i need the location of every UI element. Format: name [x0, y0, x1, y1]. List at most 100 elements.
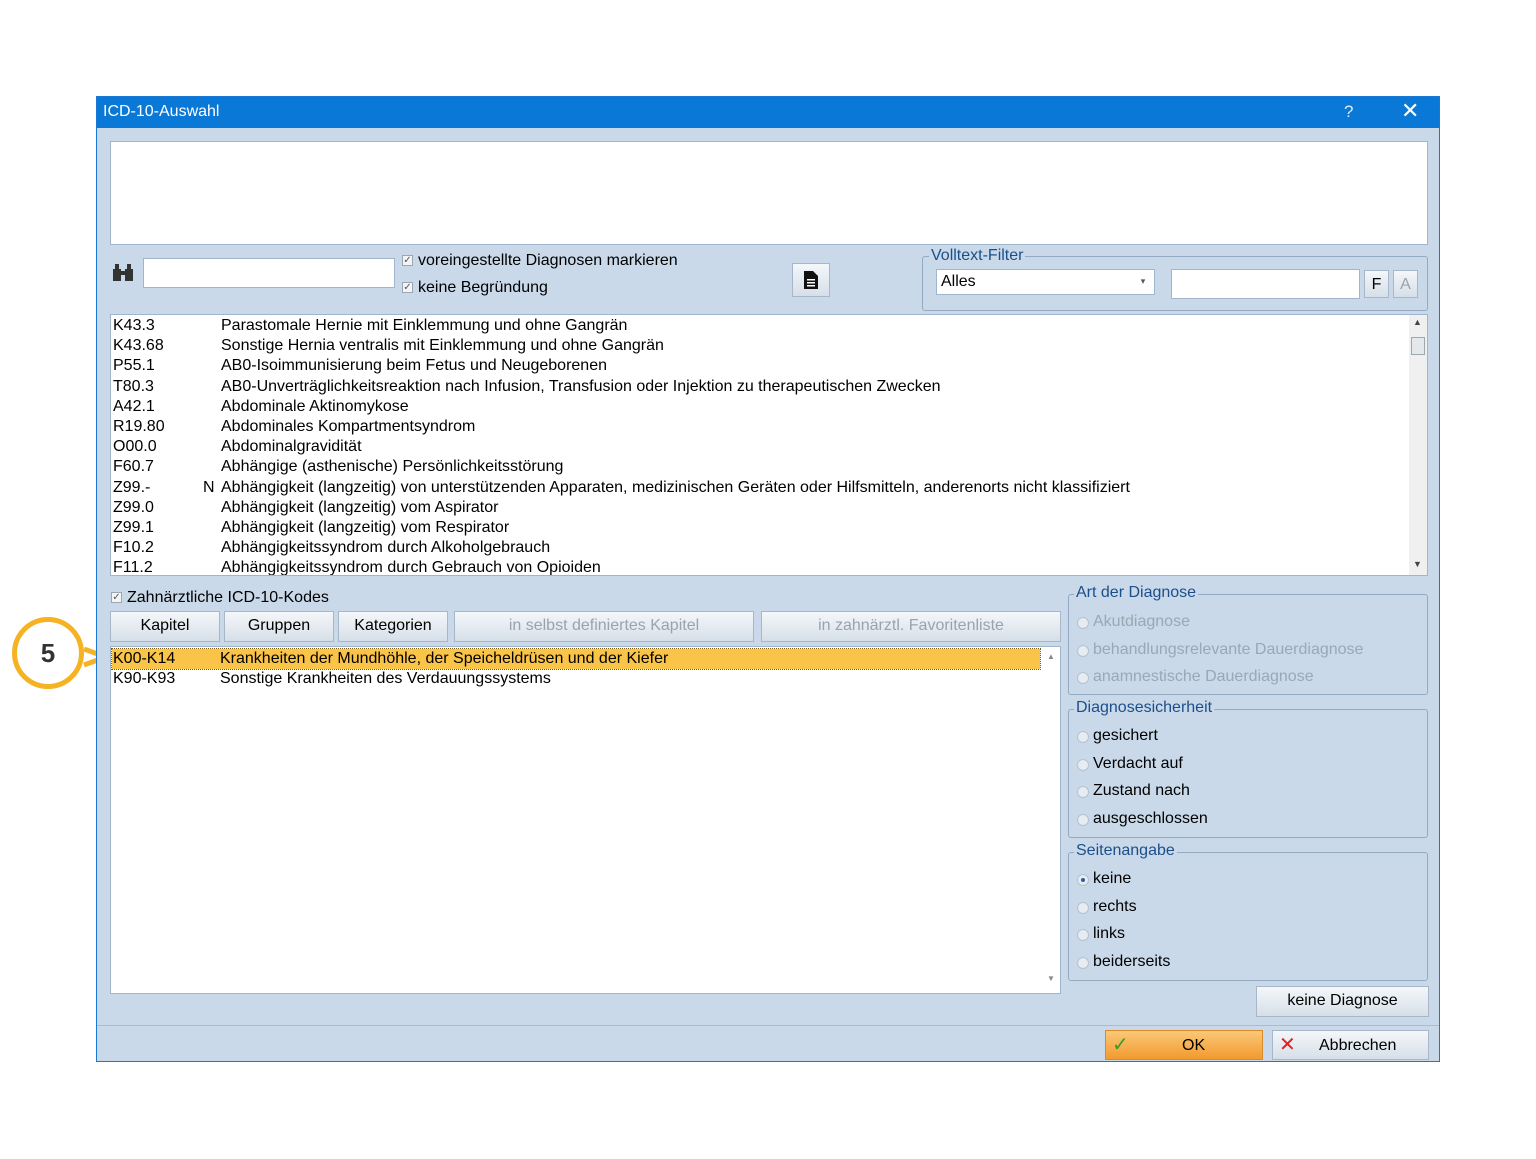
icd-code: R19.80 — [113, 418, 165, 435]
table-row[interactable]: K43.3 Parastomale Hernie mit Einklemmung … — [113, 316, 1403, 336]
fulltext-filter-select[interactable]: Alles ▾ — [936, 269, 1155, 295]
table-row[interactable]: T80.3 AB0-Unverträglichkeitsreaktion nach… — [113, 377, 1403, 397]
scroll-thumb[interactable] — [1411, 337, 1425, 355]
cancel-x-icon: ✕ — [1279, 1034, 1296, 1056]
dental-rows: K00-K14 Krankheiten der Mundhöhle, der Sp… — [111, 647, 1043, 993]
kapitel-button[interactable]: Kapitel — [110, 611, 220, 642]
radio-label: links — [1093, 925, 1126, 943]
checkmark-icon: ✓ — [1112, 1034, 1129, 1056]
icd-code: Z99.- — [113, 478, 151, 496]
radio-beiderseits[interactable] — [1077, 956, 1089, 969]
binoculars-icon[interactable] — [111, 263, 135, 283]
favorites-button[interactable]: in zahnärztl. Favoritenliste — [761, 611, 1061, 642]
icd-code: K43.68 — [113, 337, 164, 355]
radio-gesichert[interactable] — [1077, 731, 1089, 743]
info-textbox — [110, 141, 1428, 245]
icd-code: Z99.1 — [113, 519, 154, 536]
icd-code: K43.3 — [113, 317, 155, 334]
radio-label: ausgeschlossen — [1093, 809, 1208, 827]
fulltext-filter-input[interactable] — [1171, 269, 1360, 299]
icd-code: F11.2 — [113, 559, 153, 576]
dental-code: K00-K14 — [113, 650, 176, 667]
radio-label: behandlungsrelevante Dauerdiagnose — [1093, 640, 1364, 658]
dental-codes-checkbox[interactable]: ✓ — [111, 592, 122, 603]
table-row[interactable]: F60.7 Abhängige (asthenische) Persönlichk… — [113, 457, 1403, 477]
icd-list-scrollbar[interactable]: ▲ ▼ — [1409, 315, 1427, 575]
icd-rows: K43.3 Parastomale Hernie mit Einklemmung … — [111, 315, 1407, 576]
table-row[interactable]: P55.1 AB0-Isoimmunisierung beim Fetus und… — [113, 356, 1403, 376]
document-icon — [804, 271, 818, 289]
help-icon[interactable]: ? — [1344, 102, 1353, 122]
table-row[interactable]: O00.0 Abdominalgravidität — [113, 437, 1403, 457]
scroll-down-icon[interactable]: ▼ — [1413, 559, 1422, 569]
icd-description: Sonstige Hernia ventralis mit Einklemmun… — [221, 337, 664, 355]
radio-rechts[interactable] — [1077, 901, 1089, 914]
seitenangabe-label: Seitenangabe — [1074, 842, 1177, 860]
icd-description: AB0-Isoimmunisierung beim Fetus und Neug… — [221, 357, 607, 375]
step-callout: 5 — [12, 617, 84, 689]
art-der-diagnose-label: Art der Diagnose — [1074, 584, 1199, 602]
radio-label: gesichert — [1093, 727, 1158, 744]
document-button[interactable] — [792, 263, 830, 297]
dental-description: Krankheiten der Mundhöhle, der Speicheld… — [220, 650, 669, 667]
filter-f-button[interactable]: F — [1364, 270, 1389, 298]
custom-chapter-button[interactable]: in selbst definiertes Kapitel — [454, 611, 754, 642]
fulltext-filter-label: Volltext-Filter — [929, 247, 1026, 265]
radio-behandlungsrelevante-dauerdiagnose[interactable] — [1077, 644, 1089, 657]
icd-dialog: ICD-10-Auswahl ? ✕ ✓ voreingestellte Dia… — [96, 96, 1440, 1062]
radio-verdacht-auf[interactable] — [1077, 758, 1089, 771]
preset-diagnoses-checkbox[interactable]: ✓ — [402, 255, 413, 266]
chevron-down-icon[interactable]: ▾ — [1133, 271, 1153, 293]
icd-code: A42.1 — [113, 397, 155, 415]
icd-description: Abhängigkeit (langzeitig) von unterstütz… — [221, 478, 1130, 496]
icd-description: AB0-Unverträglichkeitsreaktion nach Infu… — [221, 377, 941, 395]
icd-description: Abdominale Aktinomykose — [221, 397, 409, 415]
table-row[interactable]: F10.2 Abhängigkeitssyndrom durch Alkoholg… — [113, 538, 1403, 558]
radio-label: Akutdiagnose — [1093, 613, 1190, 630]
ok-button[interactable]: ✓ OK — [1105, 1030, 1263, 1060]
ok-label: OK — [1182, 1037, 1206, 1054]
dental-codes-label: Zahnärztliche ICD-10-Kodes — [127, 589, 329, 606]
table-row[interactable]: Z99.0 Abhängigkeit (langzeitig) vom Aspir… — [113, 498, 1403, 518]
radio-label: beiderseits — [1093, 952, 1171, 970]
title-bar: ICD-10-Auswahl ? ✕ — [97, 97, 1439, 128]
no-reason-checkbox[interactable]: ✓ — [402, 282, 413, 293]
scroll-down-icon[interactable]: ▼ — [1047, 974, 1055, 983]
window-title: ICD-10-Auswahl — [103, 103, 220, 120]
abbrechen-button[interactable]: ✕ Abbrechen — [1272, 1030, 1429, 1060]
icd-description: Abhängigkeitssyndrom durch Alkoholgebrau… — [221, 539, 551, 557]
dental-code-list[interactable]: K00-K14 Krankheiten der Mundhöhle, der Sp… — [110, 646, 1061, 994]
radio-label: anamnestische Dauerdiagnose — [1093, 668, 1314, 686]
dental-description: Sonstige Krankheiten des Verdauungssyste… — [220, 670, 551, 688]
table-row[interactable]: R19.80 Abdominales Kompartmentsyndrom — [113, 417, 1403, 437]
table-row[interactable]: Z99.1 Abhängigkeit (langzeitig) vom Respi… — [113, 518, 1403, 538]
table-row[interactable]: A42.1 Abdominale Aktinomykose — [113, 397, 1403, 417]
abbrechen-label: Abbrechen — [1319, 1037, 1397, 1054]
table-row[interactable]: F11.2 Abhängigkeitssyndrom durch Gebrauch… — [113, 558, 1403, 576]
keine-diagnose-button[interactable]: keine Diagnose — [1256, 986, 1429, 1017]
dental-list-scrollbar[interactable]: ▲ ▼ — [1043, 647, 1060, 993]
icd-code: F60.7 — [113, 458, 154, 476]
radio-keine[interactable] — [1077, 874, 1089, 886]
kategorien-button[interactable]: Kategorien — [338, 611, 448, 642]
search-input[interactable] — [143, 258, 395, 288]
preset-diagnoses-label: voreingestellte Diagnosen markieren — [418, 252, 678, 269]
diagnosesicherheit-label: Diagnosesicherheit — [1074, 699, 1215, 717]
icd-code-list[interactable]: K43.3 Parastomale Hernie mit Einklemmung … — [110, 314, 1428, 576]
gruppen-button[interactable]: Gruppen — [224, 611, 334, 642]
step-number: 5 — [40, 638, 56, 668]
icd-description: Abhängigkeit (langzeitig) vom Respirator — [221, 519, 510, 536]
close-icon[interactable]: ✕ — [1401, 98, 1419, 124]
scroll-up-icon[interactable]: ▲ — [1047, 652, 1055, 661]
radio-akutdiagnose[interactable] — [1077, 617, 1089, 629]
filter-a-button[interactable]: A — [1393, 270, 1418, 298]
icd-description: Abdominalgravidität — [221, 438, 362, 456]
table-row[interactable]: Z99.- N Abhängigkeit (langzeitig) von unte… — [113, 478, 1403, 498]
radio-ausgeschlossen[interactable] — [1077, 813, 1089, 826]
selected-table-row[interactable]: K00-K14 Krankheiten der Mundhöhle, der Sp… — [111, 648, 1041, 670]
table-row[interactable]: K90-K93 Sonstige Krankheiten des Verdauun… — [112, 669, 1040, 689]
radio-label: keine — [1093, 870, 1132, 887]
table-row[interactable]: K43.68 Sonstige Hernia ventralis mit Eink… — [113, 336, 1403, 356]
scroll-up-icon[interactable]: ▲ — [1413, 317, 1422, 327]
icd-code: O00.0 — [113, 438, 157, 456]
